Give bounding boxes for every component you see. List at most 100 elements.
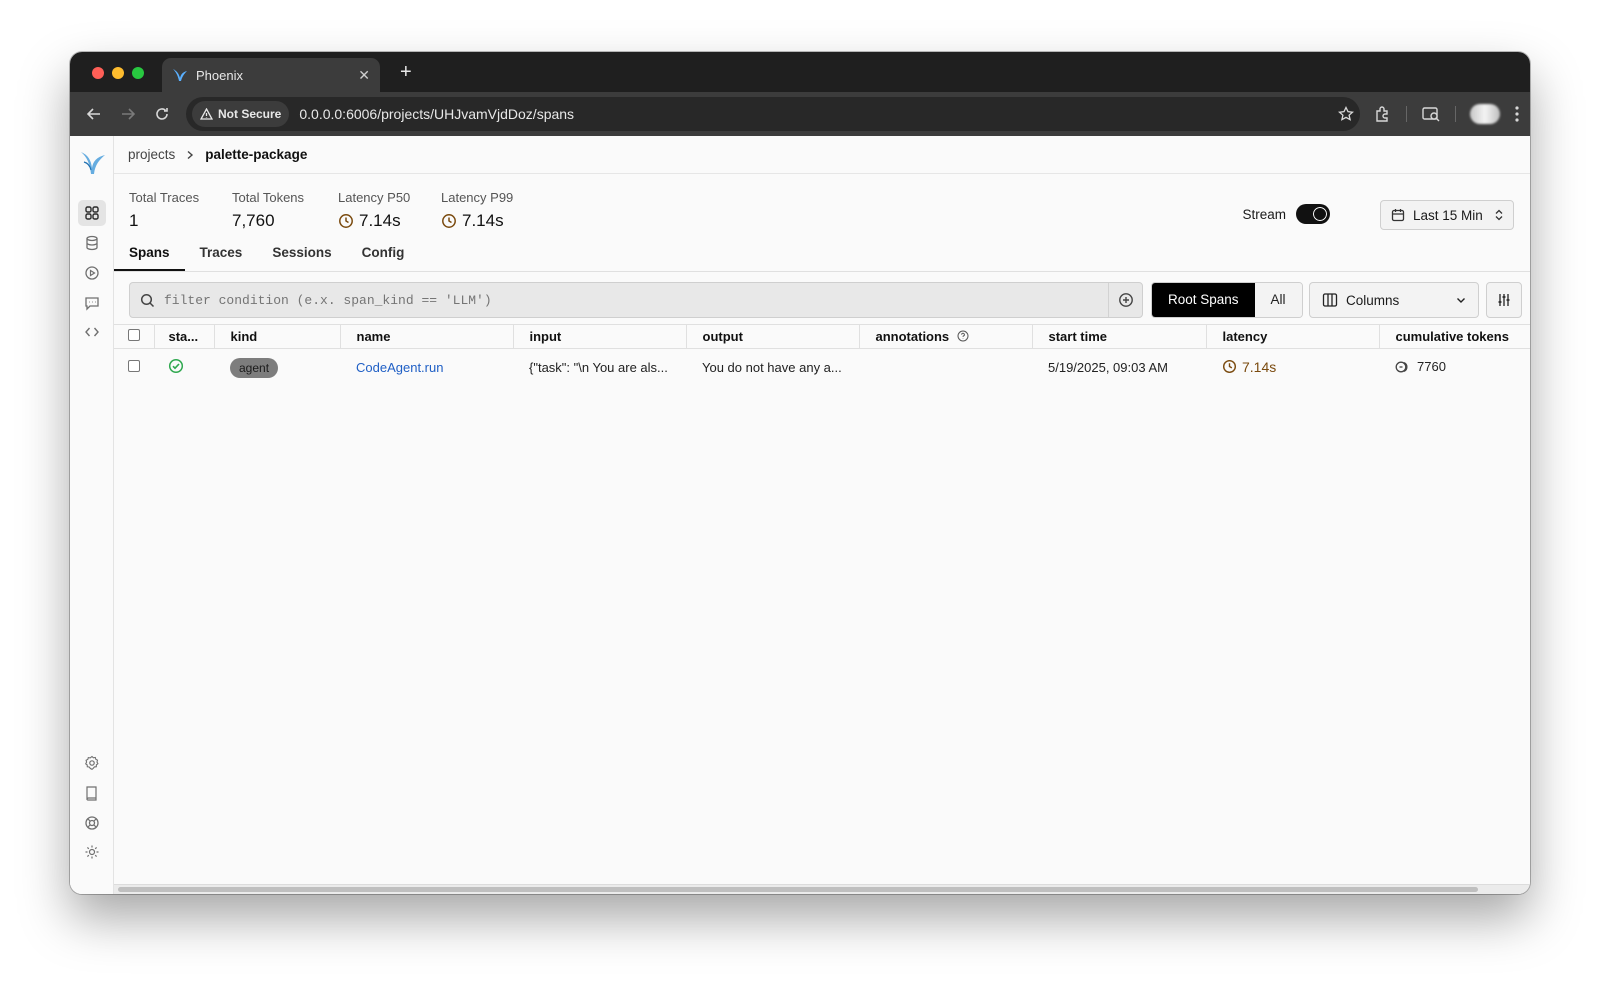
scrollbar-thumb[interactable] [118,887,1478,892]
column-header-kind[interactable]: kind [214,324,341,349]
table-row[interactable]: agent CodeAgent.run {"task": "\n You are… [114,349,1530,387]
row-select-cell [114,349,154,387]
sidebar-item-prompts[interactable] [78,290,106,316]
breadcrumb-projects-link[interactable]: projects [128,147,175,162]
sidebar-item-datasets[interactable] [78,230,106,256]
help-circle-icon[interactable] [957,330,969,342]
browser-toolbar: Not Secure 0.0.0.0:6006/projects/UHJvamV… [70,92,1530,136]
back-icon[interactable] [80,100,108,128]
table-settings-button[interactable] [1486,282,1522,318]
profile-avatar[interactable] [1470,104,1500,124]
sidebar-item-projects[interactable] [78,200,106,226]
stat-latency-p99: Latency P99 7.14s [441,190,513,231]
tab-search-icon[interactable] [1421,105,1441,123]
filter-condition-input[interactable] [164,283,1108,317]
search-icon [130,293,164,308]
close-window-button[interactable] [92,67,104,79]
span-name-link[interactable]: CodeAgent.run [356,360,443,375]
breadcrumb: projects palette-package [114,136,1530,174]
row-checkbox[interactable] [128,360,140,373]
column-header-status[interactable]: sta... [154,324,215,349]
column-header-cumulative-tokens[interactable]: cumulative tokens [1379,324,1530,349]
token-count-text: 7760 [1417,359,1446,374]
sidebar-item-apis[interactable] [78,319,106,345]
time-range-label: Last 15 Min [1413,207,1483,223]
status-ok-icon [168,359,184,374]
column-header-input[interactable]: input [513,324,687,349]
breadcrumb-current-project: palette-package [205,147,308,162]
spans-table: sta... kind name input output annotation… [114,324,1530,387]
column-header-name[interactable]: name [340,324,514,349]
stat-value-text: 1 [129,211,139,230]
stream-label: Stream [1242,206,1286,222]
window-controls [92,67,144,79]
main-panel: projects palette-package Total Traces 1 … [114,136,1530,894]
tab-spans[interactable]: Spans [114,236,185,271]
warning-icon [200,108,213,120]
column-header-output[interactable]: output [686,324,860,349]
reload-icon[interactable] [148,100,176,128]
status-cell [154,349,214,387]
sidebar-item-playground[interactable] [78,260,106,286]
security-chip[interactable]: Not Secure [192,101,290,127]
column-header-start-time[interactable]: start time [1032,324,1207,349]
time-range-picker[interactable]: Last 15 Min [1380,200,1514,230]
stat-value: 7,760 [232,211,304,231]
sun-icon [85,845,99,859]
clock-icon [1222,359,1237,374]
tab-traces[interactable]: Traces [185,236,258,271]
address-bar[interactable]: Not Secure 0.0.0.0:6006/projects/UHJvamV… [186,97,1360,131]
name-cell: CodeAgent.run [340,349,513,387]
input-cell: {"task": "\n You are als... [529,360,668,376]
maximize-window-button[interactable] [132,67,144,79]
sidebar-item-docs[interactable] [78,780,106,806]
minimize-window-button[interactable] [112,67,124,79]
select-all-cell [114,324,155,349]
latency-text: 7.14s [1242,358,1277,375]
stat-value-text: 7.14s [462,211,504,230]
sidebar [70,136,114,894]
horizontal-scrollbar[interactable] [114,884,1530,894]
bookmark-star-icon[interactable] [1338,106,1354,122]
forward-icon[interactable] [114,100,142,128]
column-header-annotations[interactable]: annotations [859,324,1033,349]
new-tab-icon[interactable]: + [400,60,412,84]
close-tab-icon[interactable]: ✕ [358,67,370,84]
tab-config[interactable]: Config [347,236,420,271]
stream-toggle[interactable] [1296,204,1330,224]
browser-tab[interactable]: Phoenix ✕ [162,58,380,92]
root-spans-button[interactable]: Root Spans [1152,283,1255,317]
browser-menu-icon[interactable] [1514,105,1520,123]
toolbar-separator [1406,106,1407,122]
select-all-checkbox[interactable] [128,329,140,341]
extensions-puzzle-icon[interactable] [1374,105,1392,123]
browser-window: Phoenix ✕ + Not Secure 0.0.0.0:6006/proj… [70,52,1530,894]
stat-label: Total Tokens [232,190,305,205]
stat-value: 1 [129,211,199,231]
stat-value-text: 7,760 [232,211,275,230]
columns-dropdown[interactable]: Columns [1309,282,1479,318]
column-header-latency[interactable]: latency [1206,324,1380,349]
add-filter-condition-icon[interactable] [1108,283,1142,317]
span-kind-badge: agent [230,358,279,379]
gear-icon [84,755,99,770]
phoenix-favicon-icon [173,69,187,81]
phoenix-logo-icon[interactable] [80,148,106,176]
cumulative-tokens-cell: 7760 [1379,349,1530,387]
token-coins-icon [1395,361,1408,372]
stat-value: 7.14s [338,211,410,231]
lifebuoy-icon [85,816,99,830]
sidebar-item-settings[interactable] [78,750,106,776]
grid-icon [85,206,99,220]
sidebar-item-support[interactable] [78,810,106,836]
browser-extensions-area [1374,104,1520,124]
tab-sessions[interactable]: Sessions [257,236,346,271]
database-icon [86,235,98,251]
filter-toolbar: Root Spans All Columns [114,272,1530,324]
all-spans-button[interactable]: All [1254,283,1302,317]
token-count[interactable]: 7760 [1395,359,1446,374]
url-text[interactable]: 0.0.0.0:6006/projects/UHJvamVjdDoz/spans [299,106,1328,122]
calendar-icon [1391,209,1405,222]
columns-icon [1322,293,1338,307]
sidebar-item-theme[interactable] [78,839,106,865]
